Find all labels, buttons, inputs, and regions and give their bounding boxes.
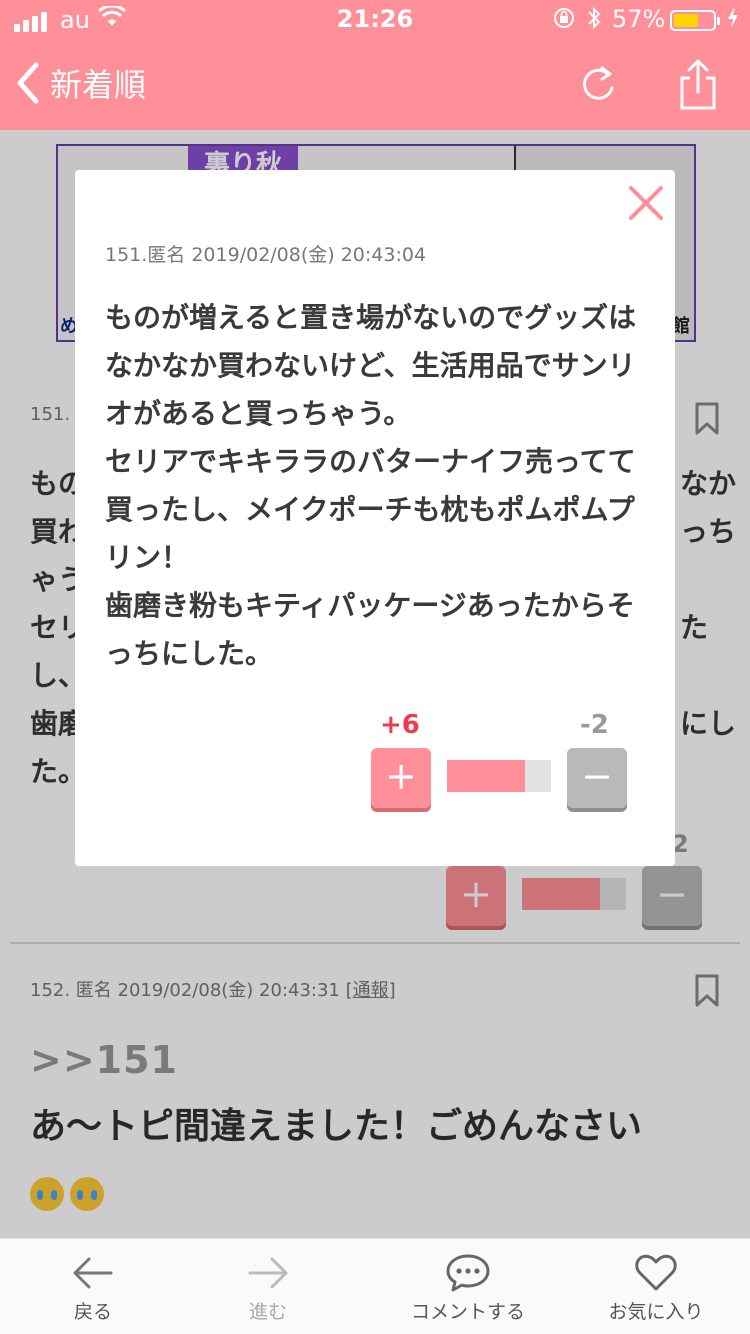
minus-count: -2: [580, 710, 609, 740]
bluetooth-icon: [586, 5, 602, 37]
heart-icon: [635, 1254, 677, 1291]
plus-vote-button[interactable]: +: [371, 748, 431, 808]
back-label: 新着順: [50, 66, 147, 104]
minus-vote-button[interactable]: −: [567, 748, 627, 808]
tab-forward[interactable]: 進む: [178, 1239, 358, 1334]
arrow-left-icon: [73, 1257, 113, 1289]
battery-icon: [670, 10, 720, 31]
plus-label: +: [385, 754, 417, 798]
comment-icon: [446, 1254, 490, 1292]
comment-popup: 151.匿名 2019/02/08(金) 20:43:04 ものが増えると置き場…: [75, 170, 675, 866]
comment-meta: 151.匿名 2019/02/08(金) 20:43:04: [105, 244, 427, 266]
tab-comment[interactable]: コメントする: [378, 1239, 558, 1334]
comment-body: ものが増えると置き場がないのでグッズはなかなか買わないけど、生活用品でサンリオが…: [105, 301, 637, 670]
nav-bar: 新着順: [0, 40, 750, 130]
bottom-toolbar: 戻る 進む コメントする お気に入り: [0, 1238, 750, 1334]
battery-percent: 57%: [612, 5, 666, 33]
vote-ratio-bar: [447, 760, 551, 792]
status-bar: au 21:26 57%: [0, 0, 750, 40]
rotation-lock-icon: [552, 6, 576, 36]
share-icon[interactable]: [676, 58, 720, 112]
arrow-right-icon: [248, 1257, 288, 1289]
chevron-left-icon: [17, 62, 39, 104]
plus-count: +6: [380, 710, 420, 740]
minus-label: −: [581, 754, 613, 798]
tab-label: 進む: [248, 1301, 287, 1323]
tab-label: お気に入り: [608, 1301, 704, 1323]
tab-back[interactable]: 戻る: [3, 1239, 183, 1334]
charging-icon: [726, 5, 740, 34]
reload-icon[interactable]: [578, 60, 620, 108]
tab-label: 戻る: [73, 1301, 112, 1323]
tab-favorite[interactable]: お気に入り: [566, 1239, 746, 1334]
back-button[interactable]: 新着順: [14, 54, 146, 112]
close-icon[interactable]: [627, 184, 665, 222]
tab-label: コメントする: [410, 1301, 525, 1323]
